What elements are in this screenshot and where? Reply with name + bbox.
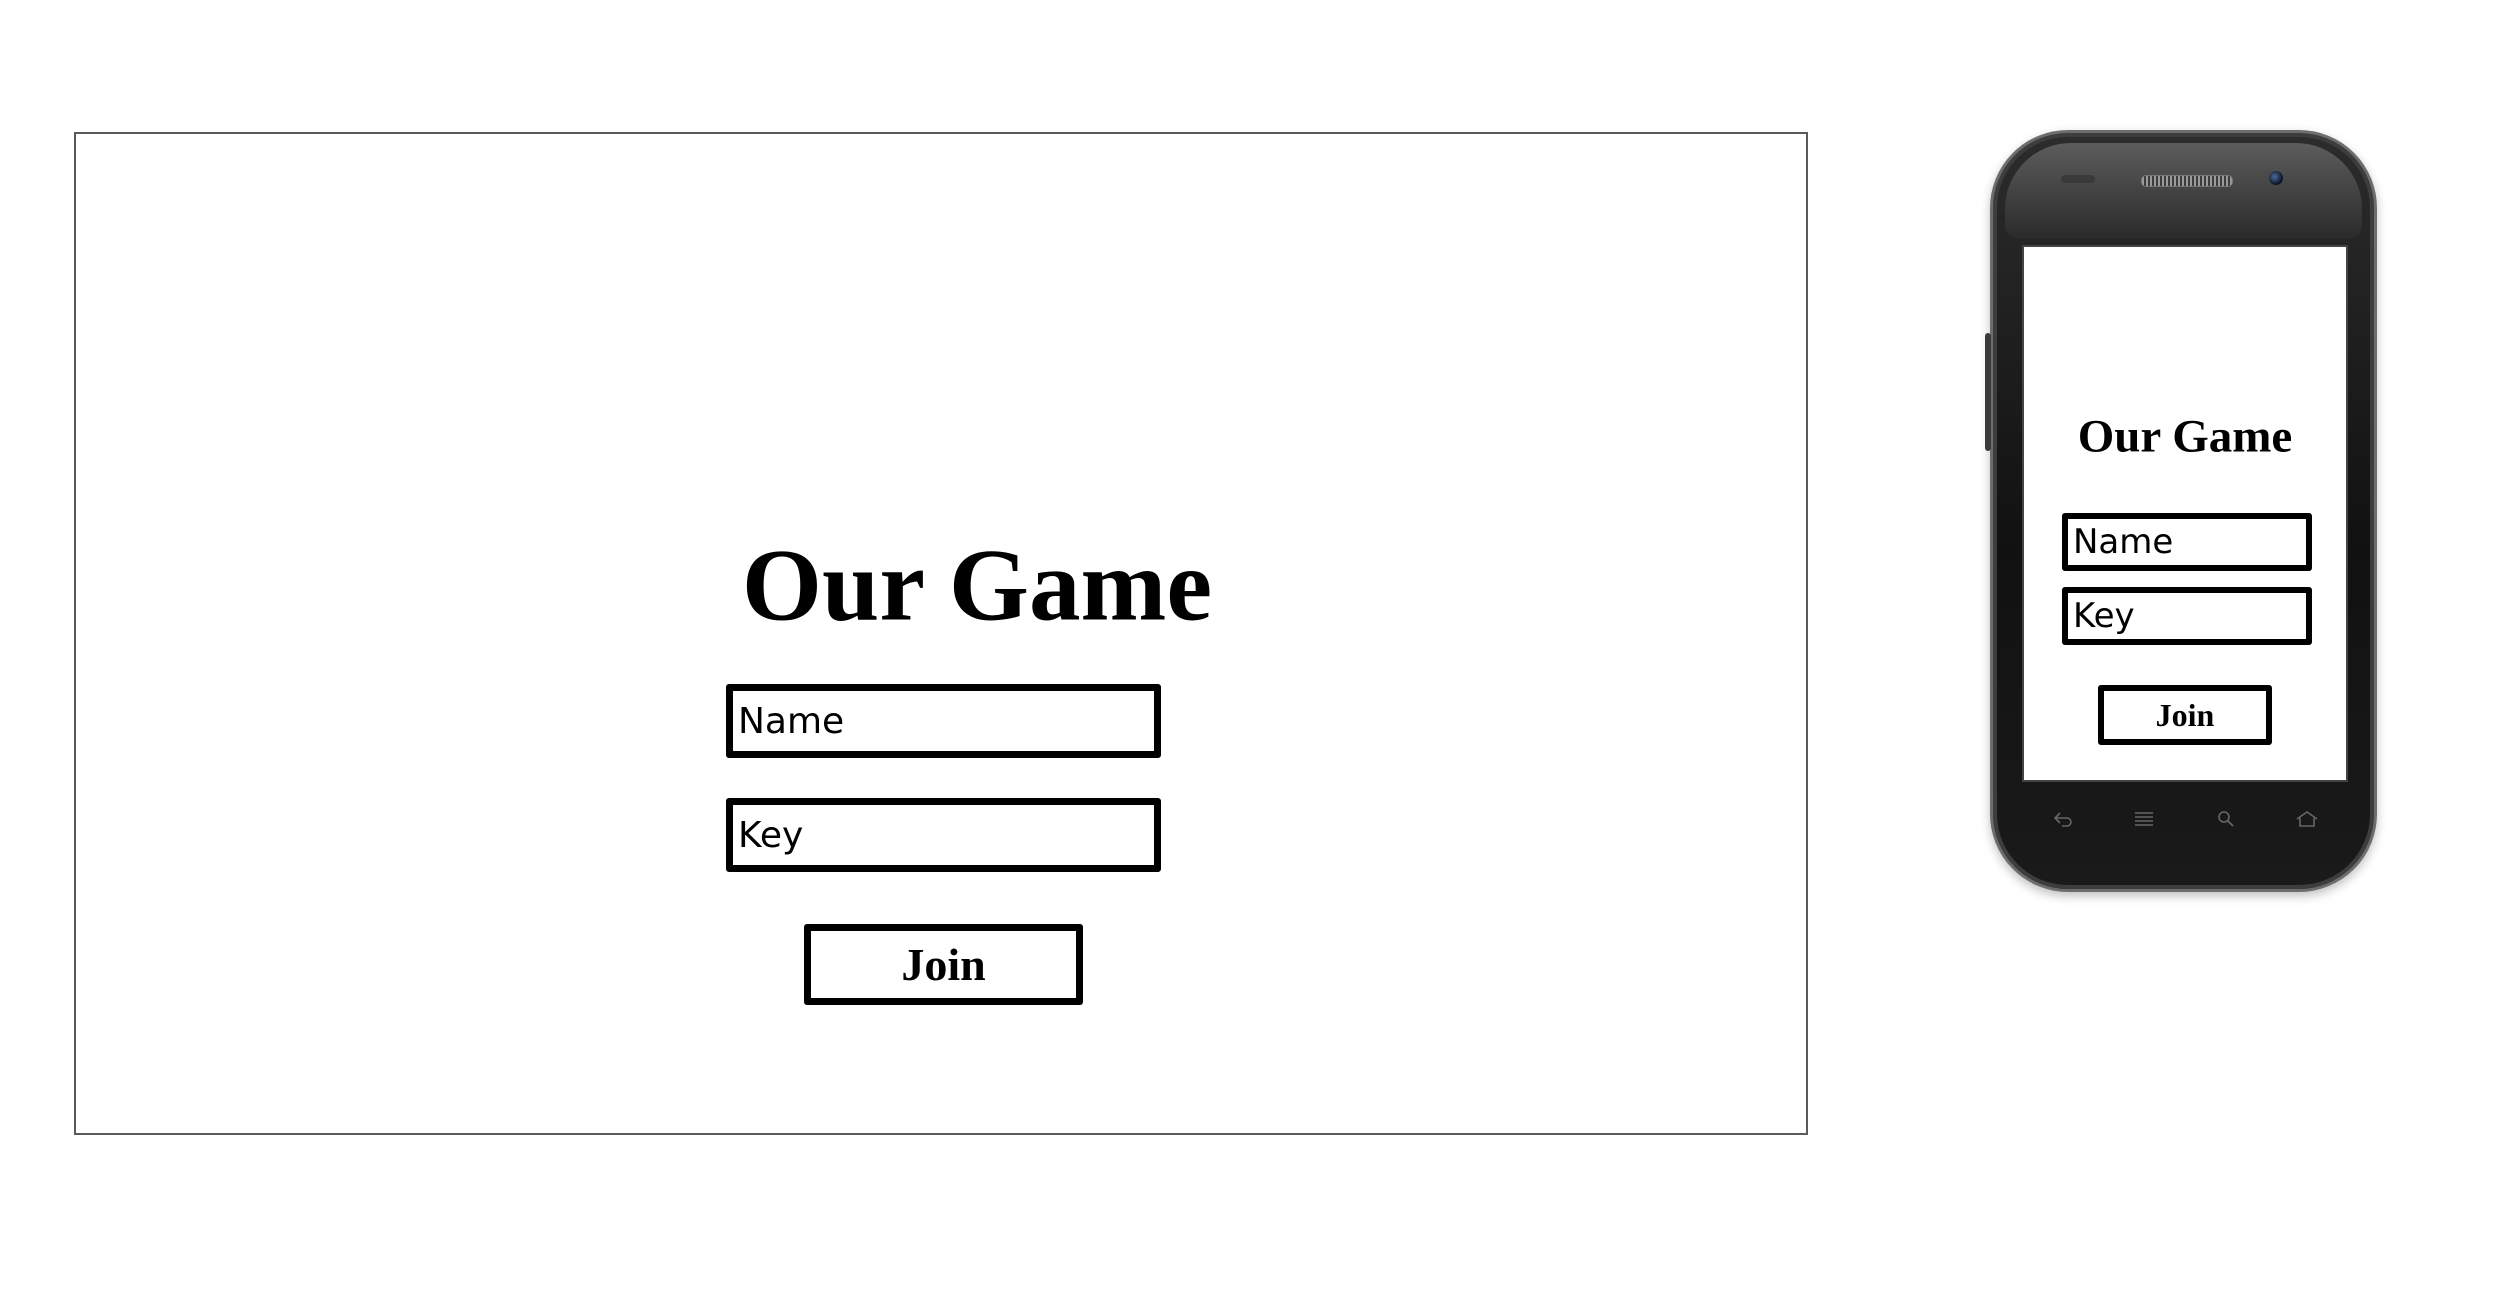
phone-nav-bar xyxy=(2022,801,2348,837)
phone-screen: Our Game Name Key Join xyxy=(2022,245,2348,782)
desktop-mockup-frame: Our Game Name Key Join xyxy=(74,132,1808,1135)
front-camera-icon xyxy=(2269,171,2283,185)
mobile-key-input[interactable]: Key xyxy=(2062,587,2312,645)
mobile-join-button[interactable]: Join xyxy=(2098,685,2272,745)
key-input[interactable]: Key xyxy=(726,798,1161,872)
earpiece-speaker xyxy=(2141,175,2233,187)
proximity-sensor xyxy=(2061,175,2095,183)
home-icon[interactable] xyxy=(2294,808,2320,830)
phone-device: Our Game Name Key Join xyxy=(1985,130,2377,892)
join-button[interactable]: Join xyxy=(804,924,1083,1005)
phone-top-bezel xyxy=(2005,143,2362,239)
mobile-name-input[interactable]: Name xyxy=(2062,513,2312,571)
mobile-game-title: Our Game xyxy=(2077,410,2293,463)
game-title: Our Game xyxy=(741,528,1213,643)
name-input[interactable]: Name xyxy=(726,684,1161,758)
search-icon[interactable] xyxy=(2213,808,2239,830)
back-icon[interactable] xyxy=(2050,808,2076,830)
menu-icon[interactable] xyxy=(2131,808,2157,830)
volume-key xyxy=(1985,333,1991,451)
